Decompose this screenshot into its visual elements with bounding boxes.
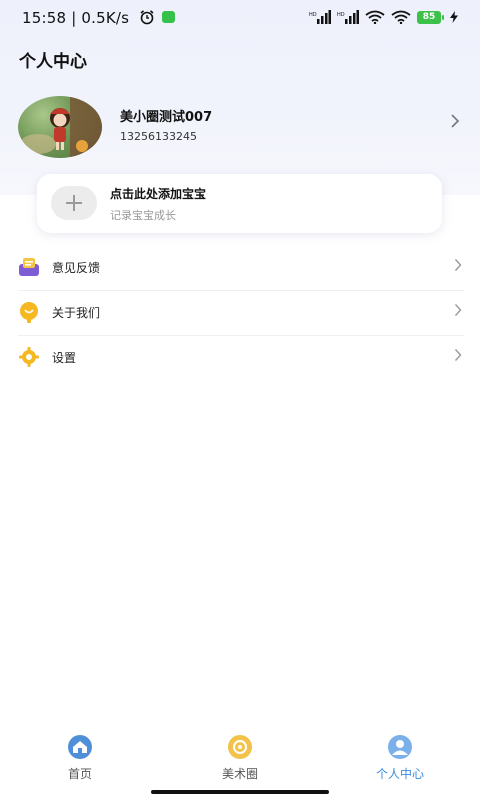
add-baby-subtitle: 记录宝宝成长 [110, 209, 176, 222]
menu-label-feedback: 意见反馈 [52, 261, 101, 275]
battery-indicator: 85 [417, 10, 444, 24]
status-bar: 15:58 | 0.5K/s HD HD 85 [0, 0, 480, 34]
menu-item-feedback[interactable]: 意见反馈 [18, 246, 464, 291]
avatar[interactable] [18, 96, 102, 158]
tab-label-profile: 个人中心 [375, 767, 424, 781]
plus-icon [66, 195, 82, 211]
chevron-right-icon[interactable] [450, 113, 460, 129]
menu-item-settings[interactable]: 设置 [18, 336, 464, 380]
settings-icon [19, 347, 39, 367]
svg-text:HD: HD [309, 12, 317, 18]
profile-icon [388, 735, 412, 759]
app-notification-icon [162, 11, 175, 23]
page-title: 个人中心 [19, 52, 87, 72]
wifi-icon-1 [365, 10, 385, 24]
charging-icon [450, 11, 458, 23]
profile-row[interactable]: 美小圈测试007 13256133245 [18, 96, 468, 160]
chevron-right-icon [454, 304, 462, 316]
chevron-right-icon [454, 349, 462, 361]
tab-art-circle[interactable]: 美术圈 [190, 730, 290, 786]
avatar-illustration [20, 96, 102, 158]
chevron-right-icon [454, 259, 462, 271]
add-baby-button[interactable] [51, 186, 97, 220]
settings-menu: 意见反馈 关于我们 设置 [18, 246, 464, 380]
tab-home[interactable]: 首页 [30, 730, 130, 786]
menu-item-about[interactable]: 关于我们 [18, 291, 464, 336]
home-icon [68, 735, 92, 759]
add-baby-card[interactable]: 点击此处添加宝宝 记录宝宝成长 [37, 174, 442, 233]
tab-label-home: 首页 [67, 767, 92, 781]
add-baby-title: 点击此处添加宝宝 [110, 187, 207, 201]
home-indicator[interactable] [151, 790, 329, 794]
about-icon [20, 302, 38, 323]
username: 美小圈测试007 [120, 110, 213, 125]
svg-text:HD: HD [337, 12, 345, 18]
menu-label-settings: 设置 [52, 351, 77, 365]
bottom-tab-bar: 首页 美术圈 个人中心 [0, 730, 480, 790]
signal-icon-1: HD [309, 10, 331, 24]
status-indicators: HD HD 85 [309, 9, 458, 25]
wifi-icon-2 [391, 10, 411, 24]
phone-number: 13256133245 [120, 130, 197, 143]
alarm-icon [140, 10, 154, 25]
status-time: 15:58 | 0.5K/s [22, 9, 130, 27]
art-circle-icon [228, 735, 252, 759]
signal-icon-2: HD [337, 10, 359, 24]
tab-label-art-circle: 美术圈 [221, 767, 258, 781]
feedback-icon [19, 258, 39, 276]
tab-profile[interactable]: 个人中心 [350, 730, 450, 786]
menu-label-about: 关于我们 [52, 306, 101, 320]
